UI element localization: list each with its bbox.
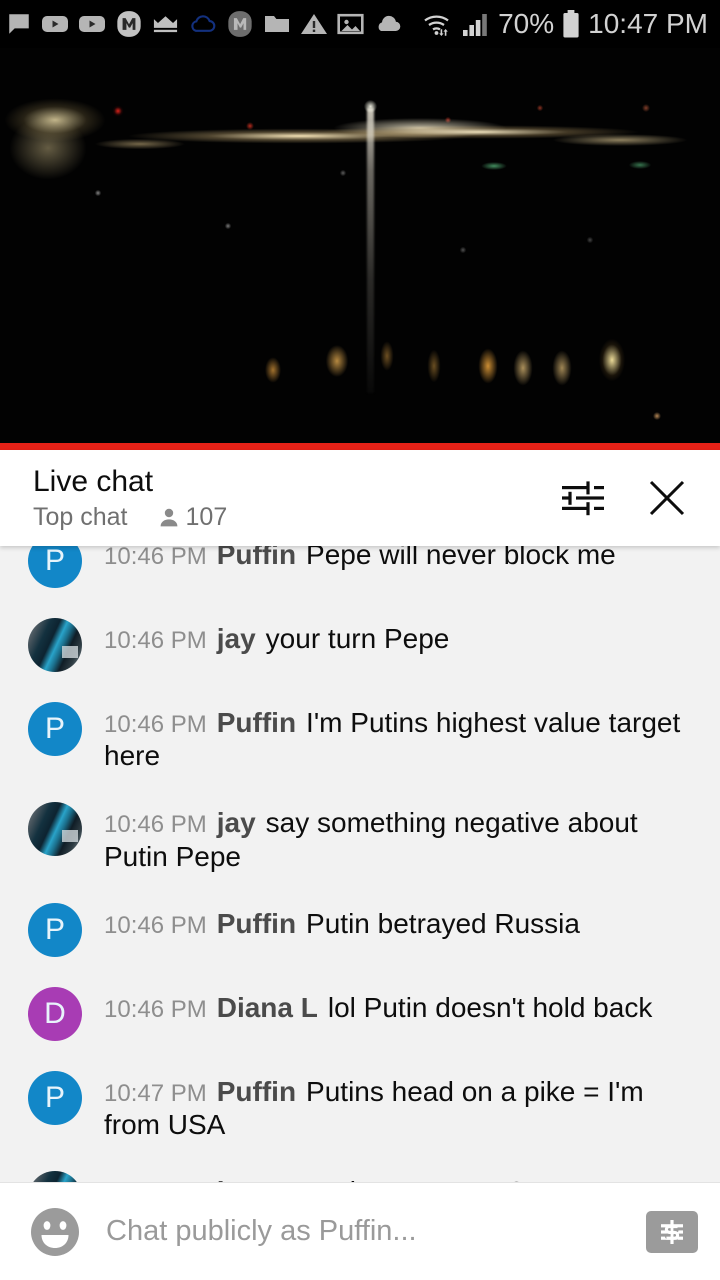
- m-circle-icon: [228, 11, 252, 37]
- chat-message-row[interactable]: P 10:46 PM Puffin Putin betrayed Russia: [0, 887, 720, 971]
- avatar[interactable]: [28, 802, 82, 857]
- message-author[interactable]: Diana L: [217, 992, 318, 1023]
- chat-message-row[interactable]: D 10:46 PM Diana L lol Putin doesn't hold b…: [0, 971, 720, 1055]
- image-icon: [337, 13, 364, 35]
- message-body: Putin betrayed Russia: [306, 907, 580, 939]
- person-icon: [160, 508, 177, 527]
- emoji-smiley-icon: [31, 1207, 79, 1256]
- tune-sliders-icon: [562, 481, 604, 516]
- folder-icon: [265, 16, 289, 32]
- emoji-picker-button[interactable]: [28, 1205, 82, 1259]
- avatar[interactable]: P: [28, 1070, 82, 1125]
- message-timestamp: 10:46 PM: [104, 995, 207, 1023]
- chat-message-text: 10:46 PM Puffin Putin betrayed Russia: [104, 901, 580, 940]
- status-bar-notification-icons: [6, 10, 422, 38]
- chat-message-text: 10:47 PM Puffin Putins head on a pike = I'…: [104, 1069, 702, 1141]
- chat-message-text: 10:46 PM Puffin I'm Putins highest value t…: [104, 700, 702, 772]
- wifi-icon: [424, 15, 449, 36]
- message-author[interactable]: Puffin: [217, 707, 296, 738]
- chat-message-row[interactable]: 10:46 PM jay your turn Pepe: [0, 602, 720, 686]
- chat-message-text: 10:46 PM Diana L lol Putin doesn't hold ba…: [104, 985, 652, 1024]
- chat-header-titles: Live chat Top chat 107: [33, 464, 552, 532]
- message-author[interactable]: Puffin: [217, 1076, 296, 1107]
- video-frame-nightscape: [0, 48, 720, 450]
- live-chat-header: Live chat Top chat 107: [0, 450, 720, 546]
- chat-input-bar: [0, 1182, 720, 1280]
- chat-message-text: 10:46 PM Puffin Pepe will never block me: [104, 546, 616, 571]
- youtube-icon: [42, 16, 68, 32]
- avatar[interactable]: P: [28, 702, 82, 756]
- chat-message-list[interactable]: P 10:46 PM Puffin Pepe will never block me 1…: [0, 546, 720, 1182]
- chat-bubble-icon: [9, 14, 29, 34]
- chat-message-input[interactable]: [106, 1215, 646, 1248]
- avatar[interactable]: P: [28, 902, 82, 957]
- chat-scroll-container: P 10:46 PM Puffin Pepe will never block me 1…: [0, 546, 720, 1182]
- close-chat-button[interactable]: [636, 467, 698, 529]
- chat-message-row[interactable]: P 10:47 PM Puffin Putins head on a pike = I…: [0, 1055, 720, 1155]
- cellular-signal-icon: [463, 14, 487, 36]
- message-timestamp: 10:46 PM: [104, 627, 207, 654]
- avatar[interactable]: [28, 618, 82, 672]
- message-author[interactable]: Puffin: [217, 908, 296, 939]
- message-timestamp: 10:46 PM: [104, 811, 207, 839]
- washington-monument-shape: [367, 108, 374, 393]
- warning-triangle-icon: [301, 13, 327, 34]
- m-badge-icon: [117, 11, 141, 37]
- superchat-button[interactable]: [646, 1210, 698, 1253]
- message-timestamp: 10:47 PM: [104, 1180, 207, 1182]
- avatar[interactable]: D: [28, 986, 82, 1041]
- message-author[interactable]: Puffin: [217, 546, 296, 570]
- message-timestamp: 10:46 PM: [104, 711, 207, 738]
- page-title: Live chat: [33, 464, 154, 498]
- message-body: you quiet now pepe?: [266, 1176, 524, 1182]
- message-timestamp: 10:47 PM: [104, 1079, 207, 1107]
- battery-icon: [563, 10, 579, 38]
- viewer-count-label: 107: [185, 503, 228, 532]
- message-timestamp: 10:46 PM: [104, 911, 207, 939]
- video-progress-bar[interactable]: [0, 443, 720, 450]
- avatar[interactable]: [28, 1171, 82, 1182]
- status-bar-system-icons: 70% 10:47 PM: [422, 8, 708, 40]
- chat-subheader-row: Top chat 107: [33, 503, 552, 532]
- cloud-filled-icon: [378, 15, 401, 32]
- status-bar: 70% 10:47 PM: [0, 0, 720, 48]
- message-author[interactable]: jay: [217, 807, 256, 838]
- message-body: lol Putin doesn't hold back: [327, 991, 653, 1023]
- chat-settings-button[interactable]: [552, 467, 614, 529]
- chat-message-text: 10:46 PM jay your turn Pepe: [104, 616, 449, 655]
- avatar[interactable]: P: [28, 546, 82, 588]
- chat-message-row[interactable]: 10:46 PM jay say something negative about …: [0, 786, 720, 886]
- chat-message-row[interactable]: 10:47 PM jay you quiet now pepe?: [0, 1155, 720, 1182]
- dollar-superchat-icon: [661, 1219, 683, 1244]
- close-icon: [649, 480, 685, 516]
- status-bar-clock: 10:47 PM: [588, 8, 708, 39]
- message-timestamp: 10:46 PM: [104, 546, 207, 570]
- monument-light-glow: [364, 100, 377, 113]
- message-body: Pepe will never block me: [306, 546, 616, 570]
- message-author[interactable]: jay: [217, 1176, 256, 1182]
- chat-message-row[interactable]: P 10:46 PM Puffin I'm Putins highest value …: [0, 686, 720, 786]
- crown-icon: [153, 16, 178, 33]
- chat-message-text: 10:46 PM jay say something negative about …: [104, 800, 702, 872]
- chat-mode-label[interactable]: Top chat: [33, 503, 128, 532]
- message-body: your turn Pepe: [265, 623, 450, 654]
- viewer-count-group: 107: [157, 503, 228, 532]
- youtube-icon-2: [79, 16, 105, 32]
- cloud-outline-icon: [191, 15, 216, 32]
- battery-percent-label: 70%: [498, 8, 555, 39]
- chat-message-text: 10:47 PM jay you quiet now pepe?: [104, 1169, 524, 1182]
- video-player[interactable]: [0, 48, 720, 450]
- message-author[interactable]: jay: [217, 623, 256, 654]
- chat-message-row[interactable]: P 10:46 PM Puffin Pepe will never block me: [0, 546, 720, 602]
